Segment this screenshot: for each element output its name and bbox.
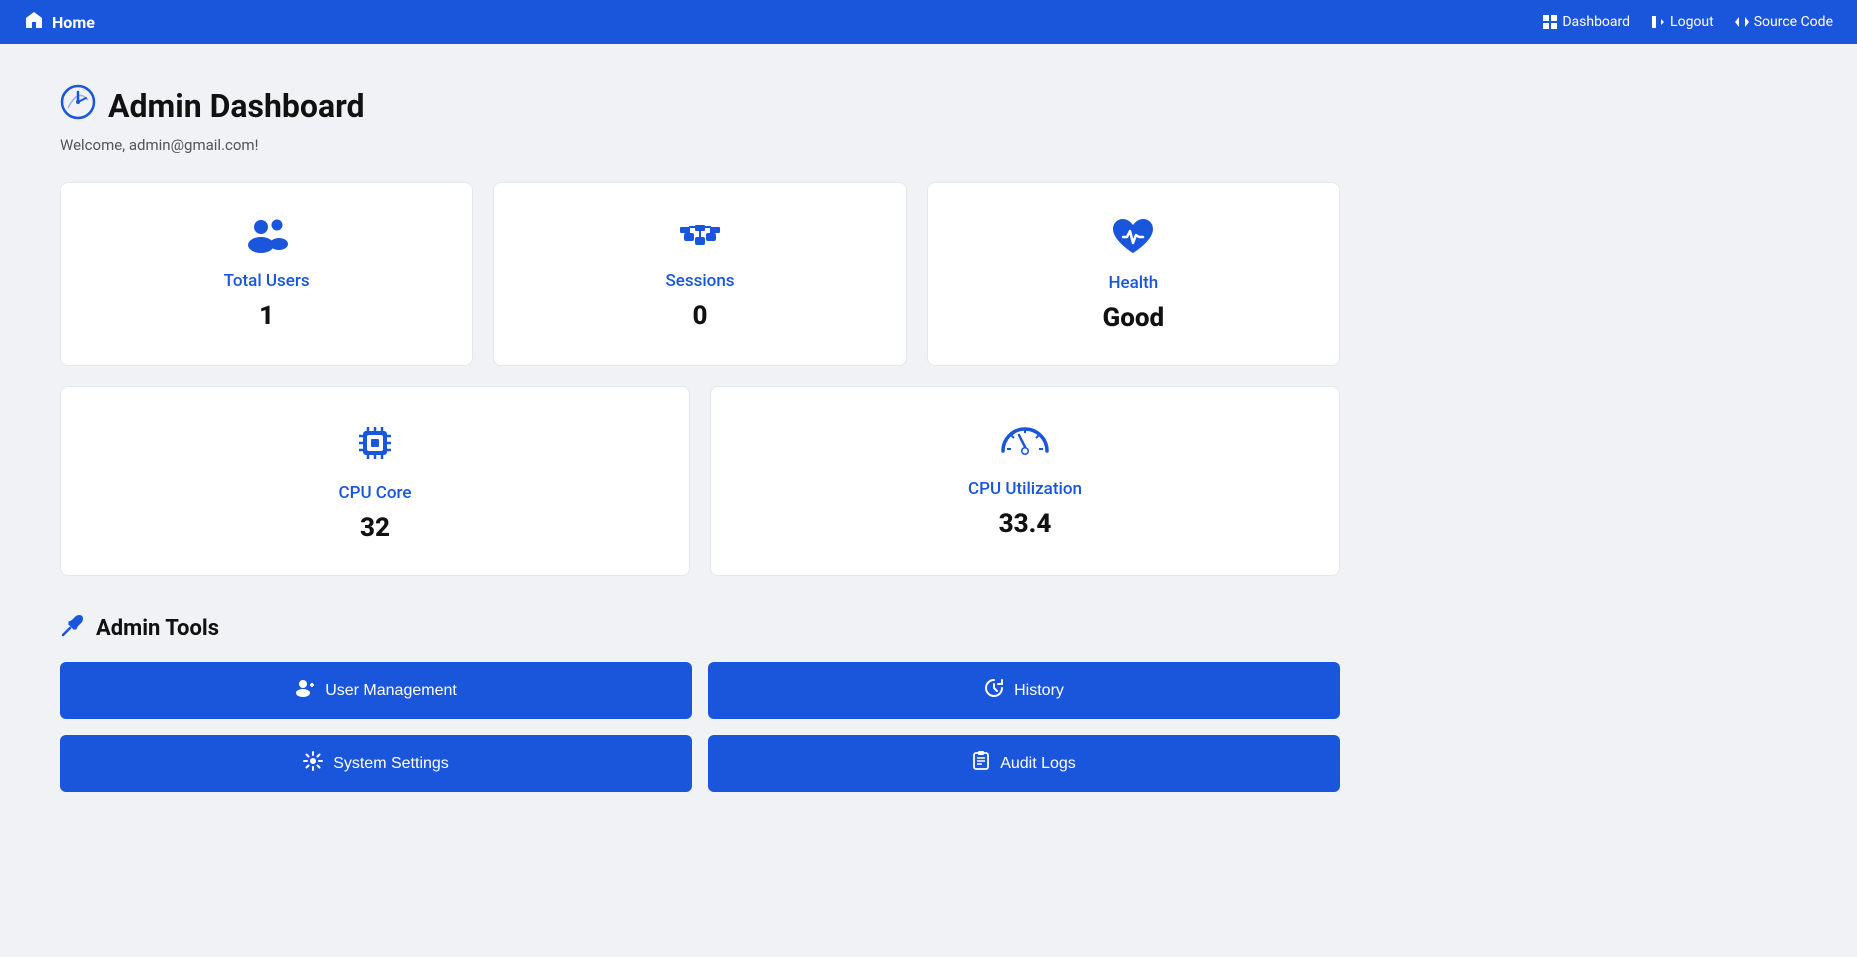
history-icon [984, 678, 1004, 703]
health-label: Health [1108, 273, 1158, 293]
history-button[interactable]: History [708, 662, 1340, 719]
source-code-link[interactable]: Source Code [1734, 14, 1833, 30]
page-title: Admin Dashboard [108, 87, 365, 125]
users-icon [243, 215, 291, 261]
stat-card-health: Health Good [927, 182, 1340, 366]
dashboard-page-icon [60, 84, 96, 128]
stats-grid-top: Total Users 1 Sessions 0 [60, 182, 1340, 366]
stat-card-sessions: Sessions 0 [493, 182, 906, 366]
user-management-icon [295, 679, 315, 702]
cpu-icon [351, 419, 399, 473]
audit-logs-icon [972, 751, 990, 776]
logout-link[interactable]: Logout [1650, 14, 1714, 30]
history-label: History [1014, 682, 1064, 700]
health-icon [1109, 215, 1157, 263]
total-users-value: 1 [259, 301, 274, 331]
system-settings-label: System Settings [333, 755, 449, 773]
dashboard-link[interactable]: Dashboard [1542, 14, 1630, 30]
speedometer-icon [999, 419, 1051, 469]
user-management-label: User Management [325, 682, 457, 700]
tools-grid: User Management History System Settings [60, 662, 1340, 792]
system-settings-button[interactable]: System Settings [60, 735, 692, 792]
stat-card-cpu-core: CPU Core 32 [60, 386, 690, 576]
sessions-label: Sessions [665, 271, 734, 291]
tools-icon [60, 612, 86, 644]
main-content: Admin Dashboard Welcome, admin@gmail.com… [0, 44, 1400, 832]
welcome-text: Welcome, admin@gmail.com! [60, 136, 1340, 154]
stat-card-cpu-util: CPU Utilization 33.4 [710, 386, 1340, 576]
home-icon [24, 10, 44, 35]
audit-logs-label: Audit Logs [1000, 755, 1076, 773]
audit-logs-button[interactable]: Audit Logs [708, 735, 1340, 792]
admin-tools-header: Admin Tools [60, 612, 1340, 644]
total-users-label: Total Users [224, 271, 310, 291]
health-value: Good [1103, 303, 1165, 333]
logout-icon [1650, 14, 1666, 30]
dashboard-icon [1542, 14, 1558, 30]
page-header: Admin Dashboard [60, 84, 1340, 128]
navbar-brand: Home [52, 13, 95, 32]
cpu-util-value: 33.4 [999, 509, 1052, 539]
cpu-core-label: CPU Core [339, 483, 412, 503]
user-management-button[interactable]: User Management [60, 662, 692, 719]
navbar-left: Home [24, 10, 95, 35]
stat-card-total-users: Total Users 1 [60, 182, 473, 366]
system-settings-icon [303, 751, 323, 776]
sessions-value: 0 [692, 301, 707, 331]
cpu-core-value: 32 [360, 513, 390, 543]
navbar-right: Dashboard Logout Source Code [1542, 14, 1833, 30]
sessions-icon [676, 215, 724, 261]
admin-tools-title: Admin Tools [96, 616, 219, 641]
cpu-util-label: CPU Utilization [968, 479, 1082, 499]
code-icon [1734, 14, 1750, 30]
navbar: Home Dashboard Logout Source Code [0, 0, 1857, 44]
stats-grid-bottom: CPU Core 32 CPU Utilization 33.4 [60, 386, 1340, 576]
